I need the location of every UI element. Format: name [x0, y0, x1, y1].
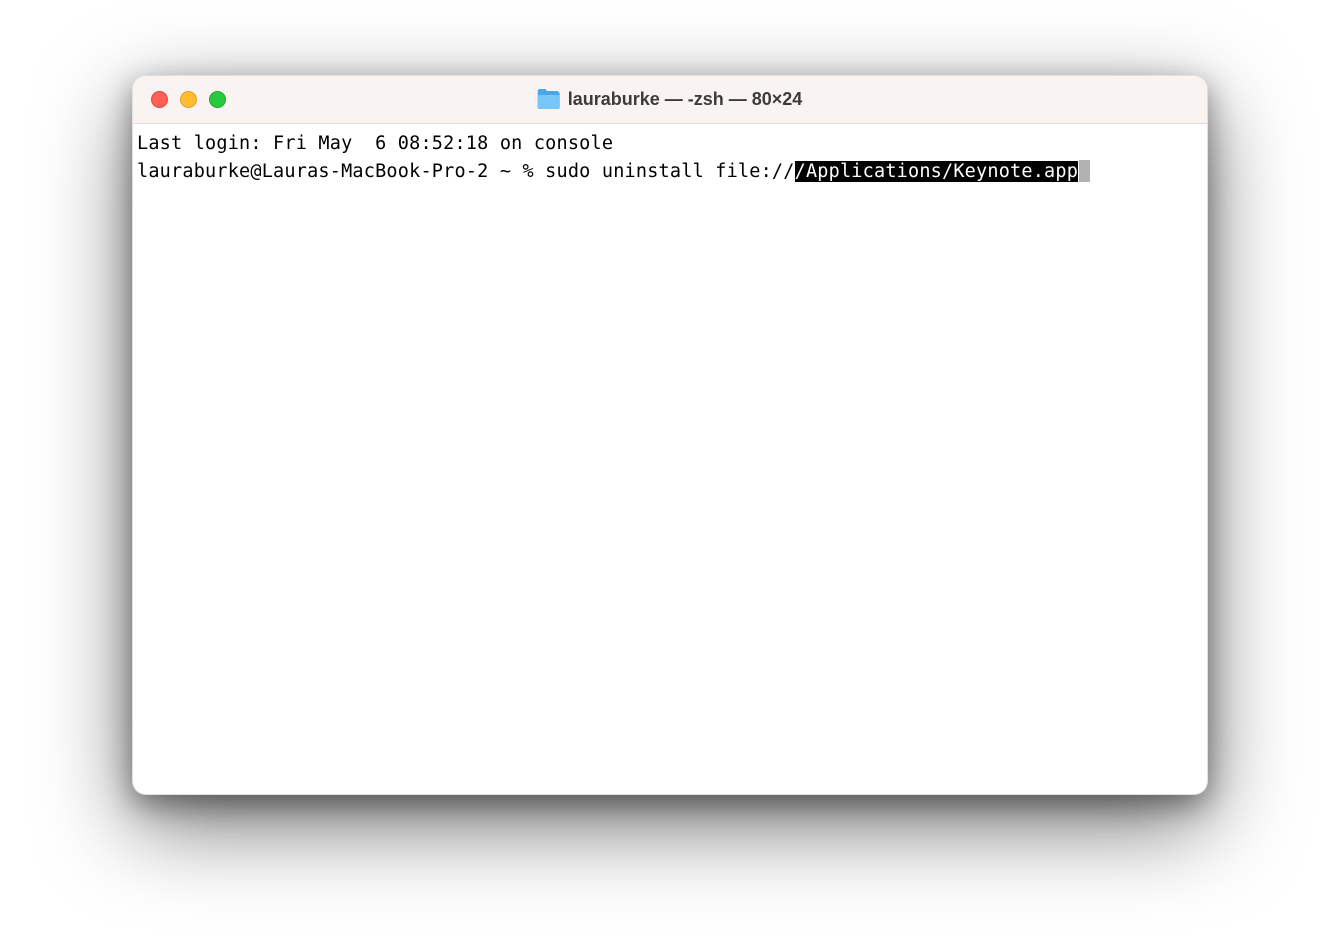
- minimize-button[interactable]: [180, 91, 197, 108]
- traffic-lights: [151, 91, 226, 108]
- titlebar[interactable]: lauraburke — -zsh — 80×24: [133, 76, 1207, 124]
- text-cursor: [1079, 160, 1090, 182]
- terminal-body[interactable]: Last login: Fri May 6 08:52:18 on consol…: [133, 124, 1207, 794]
- window-title-text: lauraburke — -zsh — 80×24: [568, 89, 803, 110]
- home-folder-icon: [538, 91, 560, 109]
- command-text: sudo uninstall file://: [545, 161, 794, 182]
- command-line[interactable]: lauraburke@Lauras-MacBook-Pro-2 ~ % sudo…: [137, 161, 1090, 182]
- close-button[interactable]: [151, 91, 168, 108]
- selected-path[interactable]: /Applications/Keynote.app: [795, 161, 1078, 182]
- window-title: lauraburke — -zsh — 80×24: [538, 89, 803, 110]
- terminal-window: lauraburke — -zsh — 80×24 Last login: Fr…: [132, 75, 1208, 795]
- zoom-button[interactable]: [209, 91, 226, 108]
- last-login-line: Last login: Fri May 6 08:52:18 on consol…: [137, 133, 613, 154]
- shell-prompt: lauraburke@Lauras-MacBook-Pro-2 ~ %: [137, 161, 545, 182]
